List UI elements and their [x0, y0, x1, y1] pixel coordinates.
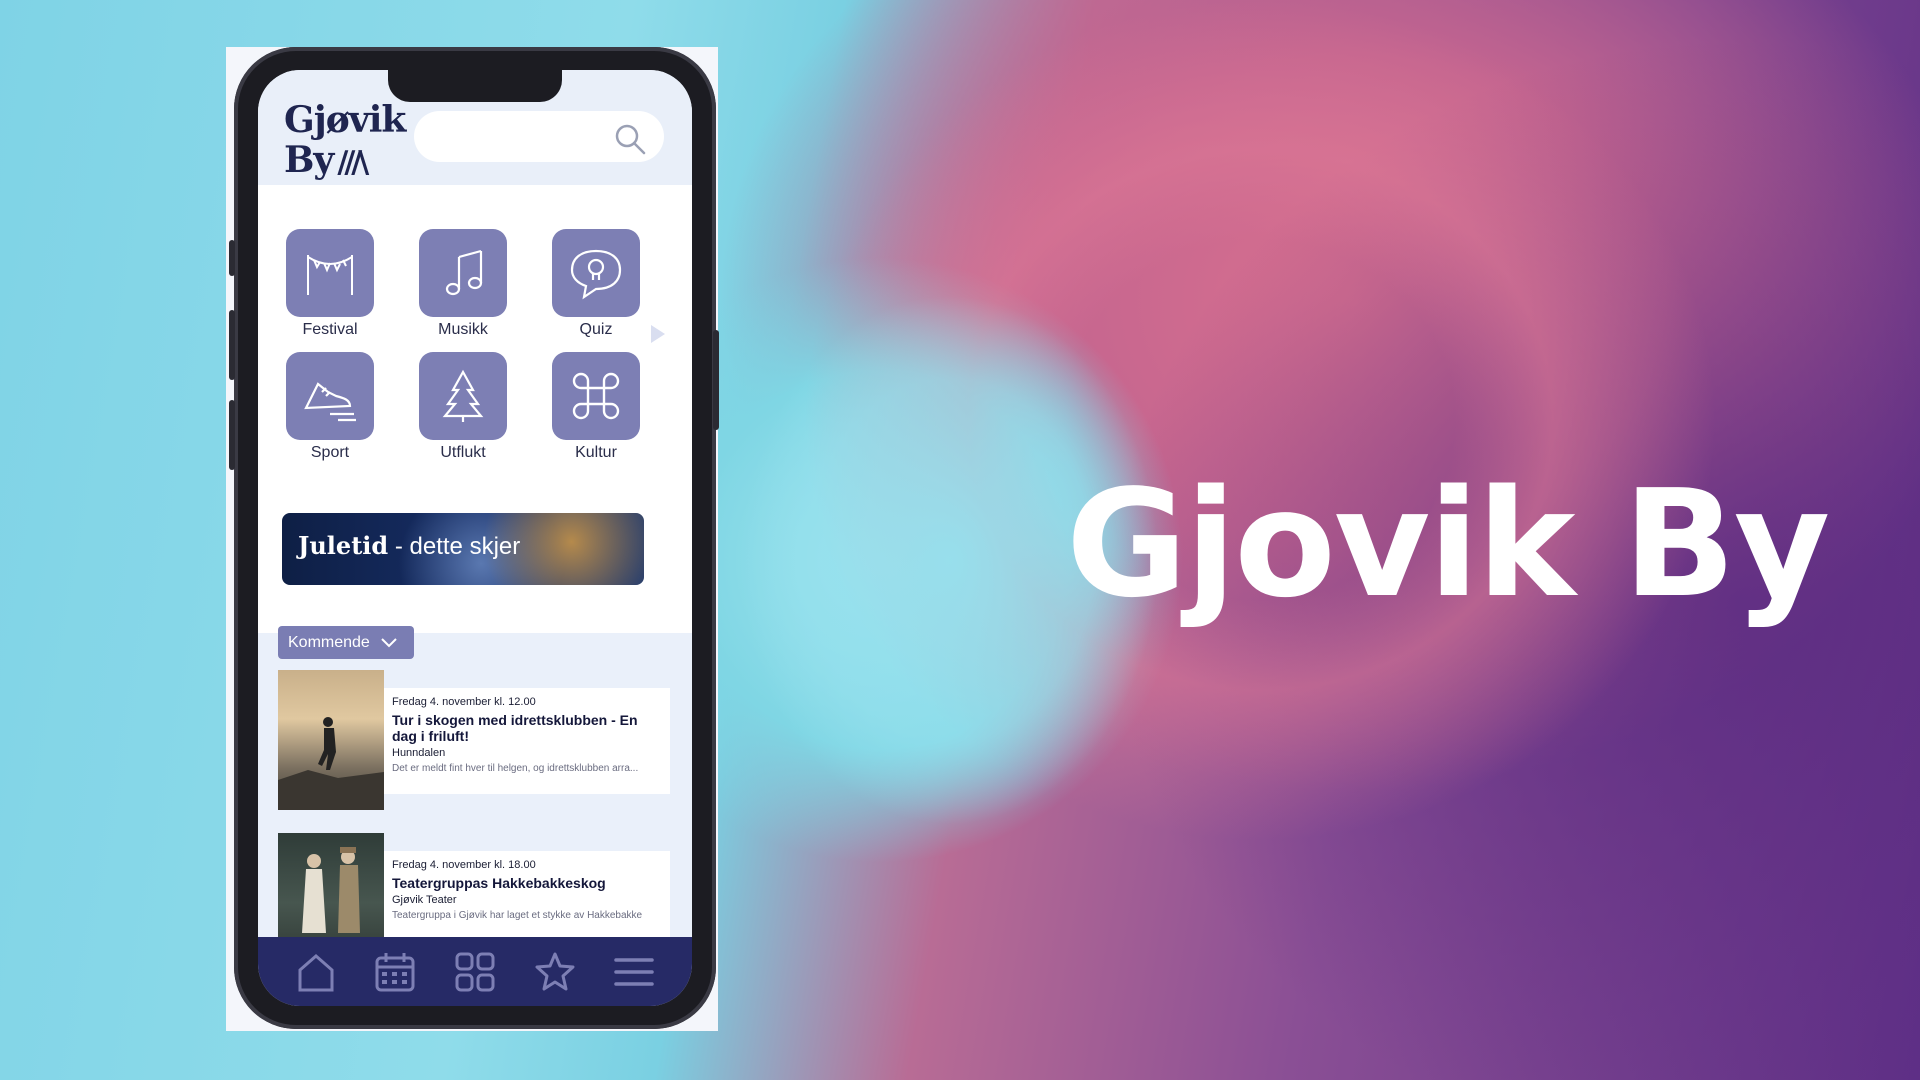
home-icon [298, 953, 334, 991]
category-tile[interactable] [552, 352, 640, 440]
banner-bold: Juletid [298, 531, 389, 560]
tab-favorites[interactable] [527, 944, 583, 1000]
phone-notch [388, 70, 562, 102]
event-title[interactable]: Teatergruppas Hakkebakkeskog [392, 875, 662, 891]
tree-icon [442, 369, 484, 422]
category-quiz[interactable]: Quiz [551, 229, 641, 339]
lightbulb-speech-icon [570, 249, 622, 300]
tab-categories[interactable] [447, 944, 503, 1000]
phone-side-button [229, 400, 235, 470]
menu-icon [614, 957, 654, 986]
sort-dropdown[interactable]: Kommende [278, 626, 414, 659]
event-description: Teatergruppa i Gjøvik har laget et stykk… [392, 910, 643, 921]
phone-side-button [713, 330, 719, 430]
category-label: Kultur [575, 444, 617, 461]
chevron-down-icon [381, 637, 397, 647]
category-sport[interactable]: Sport [285, 352, 375, 462]
bottom-tab-bar [258, 937, 692, 1006]
event-title[interactable]: Tur i skogen med idrettsklubben - En dag… [392, 712, 662, 744]
search-icon[interactable] [612, 121, 648, 157]
event-card[interactable]: Fredag 4. november kl. 12.00 Tur i skoge… [278, 670, 672, 810]
shoe-icon [304, 382, 356, 422]
category-festival[interactable]: Festival [285, 229, 375, 339]
category-label: Festival [302, 321, 358, 338]
category-kultur[interactable]: Kultur [551, 352, 641, 462]
event-place: Hunndalen [392, 747, 446, 759]
category-tile[interactable] [419, 229, 507, 317]
category-tile[interactable] [419, 352, 507, 440]
tab-home[interactable] [288, 944, 344, 1000]
command-icon [572, 372, 620, 420]
app-logo[interactable]: Gjøvik By///\ [284, 99, 406, 183]
phone-screen: Gjøvik By///\ Festival Musikk Quiz Sport… [258, 70, 692, 1006]
event-info: Fredag 4. november kl. 12.00 Tur i skoge… [384, 688, 670, 794]
calendar-icon [375, 952, 415, 991]
headline-title: Gjovik By [1066, 458, 1830, 630]
music-note-icon [445, 249, 483, 296]
tab-calendar[interactable] [367, 944, 423, 1000]
tab-menu[interactable] [606, 944, 662, 1000]
carousel-next-arrow[interactable] [651, 325, 665, 343]
logo-slashes: ///\ [337, 145, 369, 180]
hiker-silhouette [278, 717, 384, 810]
app-content: Festival Musikk Quiz Sport Utflukt Kultu… [258, 185, 692, 973]
event-date: Fredag 4. november kl. 18.00 [392, 859, 536, 871]
category-musikk[interactable]: Musikk [418, 229, 508, 339]
star-icon [535, 952, 575, 990]
bunting-icon [307, 255, 353, 295]
category-label: Quiz [579, 321, 613, 338]
phone-side-button [229, 240, 235, 276]
category-tile[interactable] [286, 352, 374, 440]
search-input[interactable] [414, 111, 664, 162]
logo-line1: Gjøvik [284, 99, 406, 141]
sort-label: Kommende [288, 633, 370, 651]
phone-side-button [229, 310, 235, 380]
category-tile[interactable] [286, 229, 374, 317]
event-description: Det er meldt fint hver til helgen, og id… [392, 763, 639, 774]
category-label: Sport [310, 444, 350, 461]
juletid-banner[interactable]: Juletid - dette skjer [282, 513, 644, 585]
category-tile[interactable] [552, 229, 640, 317]
event-image [278, 670, 384, 810]
category-label: Utflukt [440, 444, 486, 461]
logo-line2: By [284, 139, 334, 181]
event-place: Gjøvik Teater [392, 894, 457, 906]
event-date: Fredag 4. november kl. 12.00 [392, 696, 536, 708]
grid-icon [455, 952, 495, 991]
category-utflukt[interactable]: Utflukt [418, 352, 508, 462]
banner-rest: - dette skjer [388, 533, 521, 560]
category-label: Musikk [438, 321, 488, 338]
banner-text: Juletid - dette skjer [298, 531, 520, 561]
